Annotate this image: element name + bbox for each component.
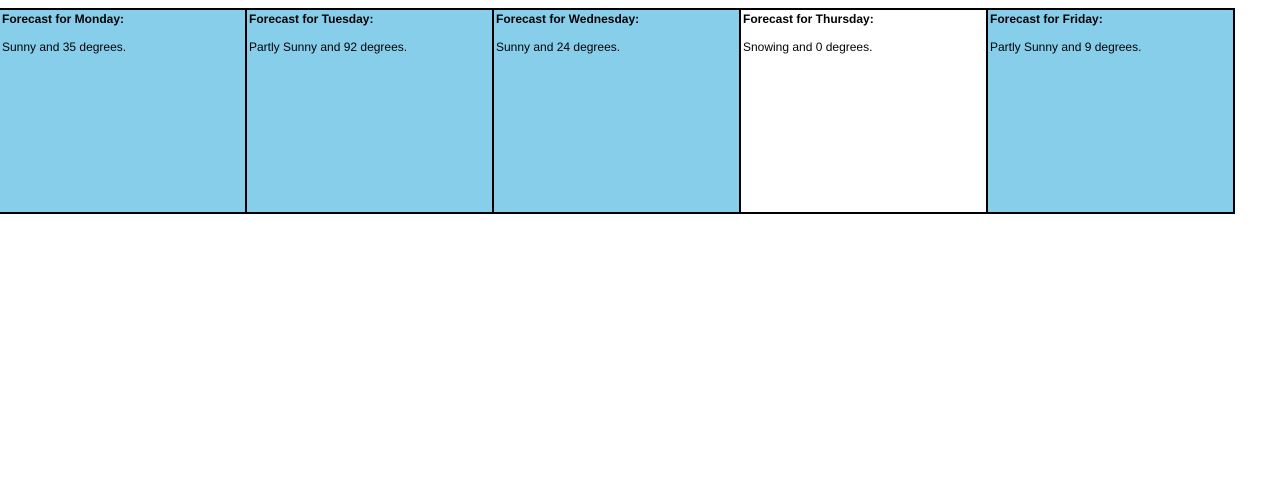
forecast-title: Forecast for Monday: <box>2 12 125 26</box>
forecast-title: Forecast for Wednesday: <box>496 12 640 26</box>
forecast-description: Partly Sunny and 9 degrees. <box>990 40 1142 54</box>
forecast-card-thursday: Forecast for Thursday: Snowing and 0 deg… <box>739 8 988 214</box>
forecast-card-monday: Forecast for Monday: Sunny and 35 degree… <box>0 8 247 214</box>
forecast-description: Sunny and 35 degrees. <box>2 40 127 54</box>
forecast-row: Forecast for Monday: Sunny and 35 degree… <box>0 8 1235 214</box>
forecast-description: Snowing and 0 degrees. <box>743 40 873 54</box>
forecast-title: Forecast for Thursday: <box>743 12 874 26</box>
forecast-description: Partly Sunny and 92 degrees. <box>249 40 408 54</box>
forecast-card-friday: Forecast for Friday: Partly Sunny and 9 … <box>986 8 1235 214</box>
forecast-title: Forecast for Tuesday: <box>249 12 374 26</box>
forecast-card-wednesday: Forecast for Wednesday: Sunny and 24 deg… <box>492 8 741 214</box>
forecast-title: Forecast for Friday: <box>990 12 1103 26</box>
forecast-card-tuesday: Forecast for Tuesday: Partly Sunny and 9… <box>245 8 494 214</box>
forecast-description: Sunny and 24 degrees. <box>496 40 621 54</box>
